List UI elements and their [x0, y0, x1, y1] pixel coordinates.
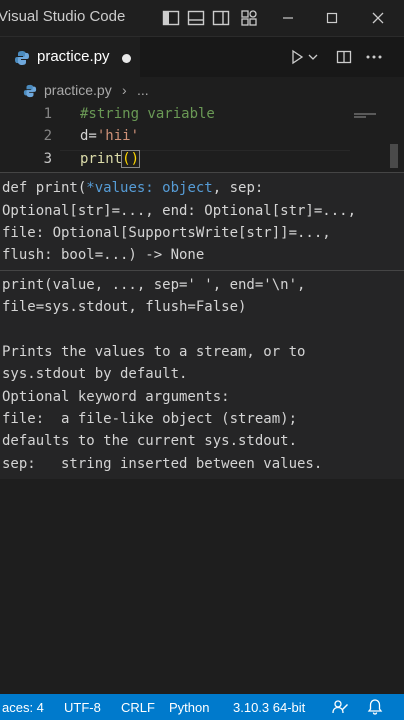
editor-tab-bar: practice.py: [0, 37, 404, 78]
signature-line: flush: bool=...) -> None: [2, 247, 205, 263]
line-number: 3: [43, 151, 52, 167]
feedback-icon[interactable]: [331, 698, 349, 716]
maximize-icon[interactable]: [318, 4, 346, 32]
code-line-assignment: d='hii': [80, 128, 139, 144]
line-number: 1: [43, 106, 52, 122]
breadcrumb: practice.py › ...: [0, 78, 404, 104]
breadcrumb-separator: ›: [122, 82, 127, 98]
signature-line: Optional[str]=..., end: Optional[str]=..…: [2, 203, 357, 219]
doc-line: sys.stdout by default.: [2, 366, 188, 382]
signature-rest: , sep:: [212, 180, 264, 196]
breadcrumb-file[interactable]: practice.py: [44, 82, 112, 98]
window-title: Visual Studio Code: [0, 8, 126, 25]
customize-layout-icon[interactable]: [240, 9, 258, 27]
split-editor-icon[interactable]: [332, 45, 356, 69]
doc-line: sep: string inserted between values.: [2, 456, 323, 472]
editor-scrollbar[interactable]: [390, 144, 398, 168]
status-language[interactable]: Python: [169, 700, 209, 715]
minimize-icon[interactable]: [274, 4, 302, 32]
hover-widget: def print(*values: object, sep: Optional…: [0, 172, 404, 480]
status-bar: aces: 4 UTF-8 CRLF Python 3.10.3 64-bit: [0, 694, 404, 720]
python-file-icon: [14, 50, 30, 66]
doc-line: defaults to the current sys.stdout.: [2, 433, 298, 449]
toggle-secondary-sidebar-icon[interactable]: [212, 9, 230, 27]
toggle-primary-sidebar-icon[interactable]: [162, 9, 180, 27]
code-function: print: [80, 151, 123, 167]
doc-line: file: a file-like object (stream);: [2, 411, 298, 427]
doc-line: Prints the values to a stream, or to: [2, 344, 306, 360]
unsaved-dot-icon[interactable]: [122, 54, 131, 63]
doc-line: print(value, ..., sep=' ', end='\n',: [2, 277, 306, 293]
signature-def: def print(: [2, 180, 87, 196]
code-string: 'hii': [96, 128, 140, 144]
tab-label: practice.py: [37, 48, 110, 65]
code-line-call: print(): [80, 150, 141, 168]
more-actions-icon[interactable]: [362, 45, 386, 69]
doc-line: file=sys.stdout, flush=False): [2, 299, 247, 315]
status-interpreter[interactable]: 3.10.3 64-bit: [233, 700, 305, 715]
code-line-comment: #string variable: [80, 106, 215, 122]
close-icon[interactable]: [364, 4, 392, 32]
status-eol[interactable]: CRLF: [121, 700, 155, 715]
python-file-icon: [23, 84, 37, 98]
doc-line: Optional keyword arguments:: [2, 389, 230, 405]
status-encoding[interactable]: UTF-8: [64, 700, 101, 715]
line-number: 2: [43, 128, 52, 144]
minimap[interactable]: [354, 104, 394, 118]
code-editor[interactable]: 1 2 3 #string variable d='hii' print(): [0, 104, 404, 174]
code-paren: (): [121, 150, 141, 168]
signature-active-param: *values: object: [86, 180, 213, 196]
breadcrumb-symbols[interactable]: ...: [137, 82, 149, 98]
editor-empty-area[interactable]: [0, 479, 404, 694]
signature-line: def print(*values: object, sep:: [2, 180, 263, 196]
hover-divider: [0, 270, 404, 271]
code-identifier: d=: [80, 128, 97, 144]
toggle-panel-icon[interactable]: [187, 9, 205, 27]
tab-practice-py[interactable]: practice.py: [0, 37, 140, 78]
run-options-chevron-down-icon[interactable]: [305, 45, 321, 69]
signature-line: file: Optional[SupportsWrite[str]]=...,: [2, 225, 331, 241]
title-bar: Visual Studio Code: [0, 0, 404, 37]
notifications-bell-icon[interactable]: [366, 698, 384, 716]
status-indentation[interactable]: aces: 4: [2, 700, 44, 715]
